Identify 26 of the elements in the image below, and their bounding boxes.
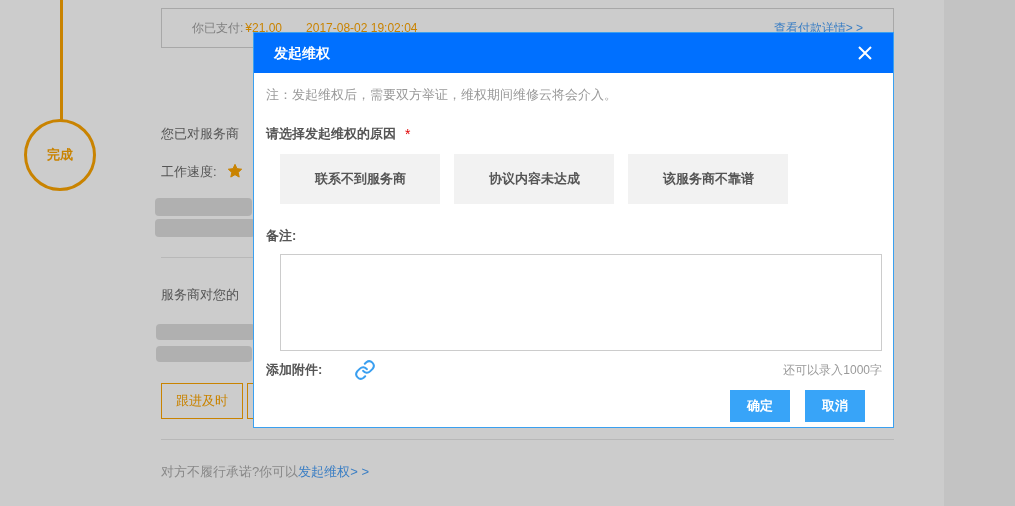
link-icon[interactable] [354,359,376,381]
required-mark: * [405,124,411,144]
reason-label: 请选择发起维权的原因 [266,125,396,144]
rating-label: 工作速度: [161,162,217,181]
char-counter: 还可以录入1000字 [783,362,882,379]
cancel-button[interactable]: 取消 [805,390,865,422]
remark-field[interactable] [280,254,882,351]
timeline-step: 完成 [24,119,96,191]
review-tag: 跟进及时 [161,382,243,419]
dialog-title: 发起维权 [274,43,330,63]
payment-amount: ¥21.00 [245,20,283,37]
star-icon [226,163,243,180]
confirm-button[interactable]: 确定 [730,390,790,422]
reason-option[interactable]: 该服务商不靠谱 [628,153,788,204]
payment-time: 2017-08-02 19:02:04 [306,20,418,37]
attachment-label: 添加附件: [266,361,324,380]
payment-label: 你已支付: [192,20,244,37]
reason-option[interactable]: 协议内容未达成 [454,153,614,204]
review-intro: 服务商对您的 [161,286,239,304]
dialog-note: 注：发起维权后，需要双方举证，维权期间维修云将会介入。 [266,86,618,104]
close-icon[interactable] [857,45,873,61]
dispute-link[interactable]: 发起维权> > [298,463,370,479]
footer-prompt: 对方不履行承诺?你可以 [161,463,299,479]
rating-intro: 您已对服务商 [161,125,239,143]
reason-option[interactable]: 联系不到服务商 [280,153,440,204]
remark-label: 备注: [266,226,298,245]
